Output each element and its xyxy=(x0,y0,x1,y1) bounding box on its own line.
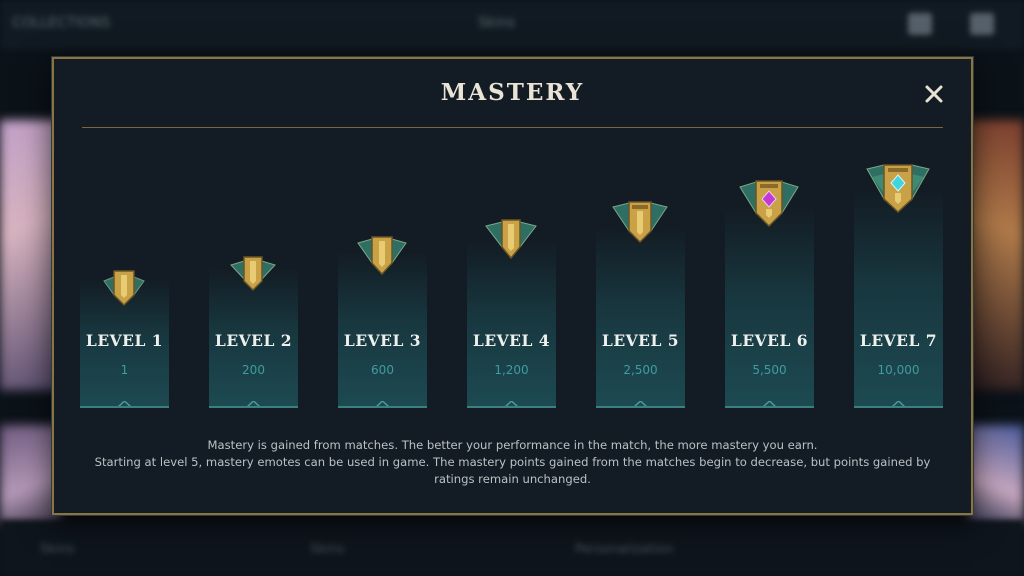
description-line: Mastery is gained from matches. The bett… xyxy=(207,438,818,452)
level-panel xyxy=(725,208,814,408)
level-points: 5,500 xyxy=(752,363,787,377)
panel-edge xyxy=(596,406,685,408)
level-label: LEVEL 1 xyxy=(85,331,164,350)
level-card-7: LEVEL 7 10,000 xyxy=(854,59,943,408)
level-card-4: LEVEL 4 1,200 xyxy=(467,59,556,408)
background-icon xyxy=(908,13,932,35)
level-label: LEVEL 5 xyxy=(601,331,680,350)
level-label: LEVEL 6 xyxy=(730,331,809,350)
mastery-emblem-2-icon xyxy=(230,256,276,292)
panel-edge xyxy=(209,406,298,408)
level-points: 200 xyxy=(242,363,265,377)
panel-edge xyxy=(80,406,169,408)
level-card-6: LEVEL 6 5,500 xyxy=(725,59,814,408)
level-points: 600 xyxy=(371,363,394,377)
background-icon xyxy=(970,13,994,35)
mastery-levels: LEVEL 1 1 LEVEL 2 200 LEVEL 3 600 LEVEL … xyxy=(54,59,971,419)
background-bottom-label: Personalization xyxy=(575,542,674,557)
panel-edge xyxy=(725,406,814,408)
mastery-emblem-5-icon xyxy=(612,201,668,244)
level-panel xyxy=(596,228,685,408)
mastery-emblem-4-icon xyxy=(485,219,537,260)
background-card xyxy=(968,425,1024,525)
background-topbar: COLLECTIONS Skins xyxy=(0,0,1024,50)
level-card-5: LEVEL 5 2,500 xyxy=(596,59,685,408)
level-panel xyxy=(467,242,556,408)
background-card xyxy=(0,425,60,525)
level-card-2: LEVEL 2 200 xyxy=(209,59,298,408)
background-card xyxy=(0,120,60,390)
level-points: 1 xyxy=(120,363,129,377)
mastery-dialog: MASTERY LEVEL 1 1 LEVEL 2 200 LEVEL 3 60… xyxy=(52,57,973,515)
background-card xyxy=(968,120,1024,390)
level-label: LEVEL 7 xyxy=(859,331,938,350)
level-label: LEVEL 2 xyxy=(214,331,293,350)
level-points: 10,000 xyxy=(877,363,920,377)
mastery-emblem-3-icon xyxy=(357,236,407,276)
description-line: Starting at level 5, mastery emotes can … xyxy=(94,455,931,486)
mastery-emblem-1-icon xyxy=(103,270,145,307)
background-bottom-label: Skins xyxy=(310,542,345,557)
level-points: 1,200 xyxy=(494,363,529,377)
background-skins-label: Skins xyxy=(478,15,516,31)
mastery-description: Mastery is gained from matches. The bett… xyxy=(74,437,951,488)
background-bottombar: Skins Skins Personalization xyxy=(0,520,1024,576)
level-label: LEVEL 4 xyxy=(472,331,551,350)
background-bottom-label: Skins xyxy=(40,542,75,557)
background-collections-label: COLLECTIONS xyxy=(12,15,111,31)
level-label: LEVEL 3 xyxy=(343,331,422,350)
level-card-3: LEVEL 3 600 xyxy=(338,59,427,408)
level-card-1: LEVEL 1 1 xyxy=(80,59,169,408)
panel-edge xyxy=(467,406,556,408)
level-points: 2,500 xyxy=(623,363,658,377)
mastery-emblem-6-icon xyxy=(739,180,799,228)
panel-edge xyxy=(338,406,427,408)
mastery-emblem-7-icon xyxy=(866,164,930,214)
panel-edge xyxy=(854,406,943,408)
